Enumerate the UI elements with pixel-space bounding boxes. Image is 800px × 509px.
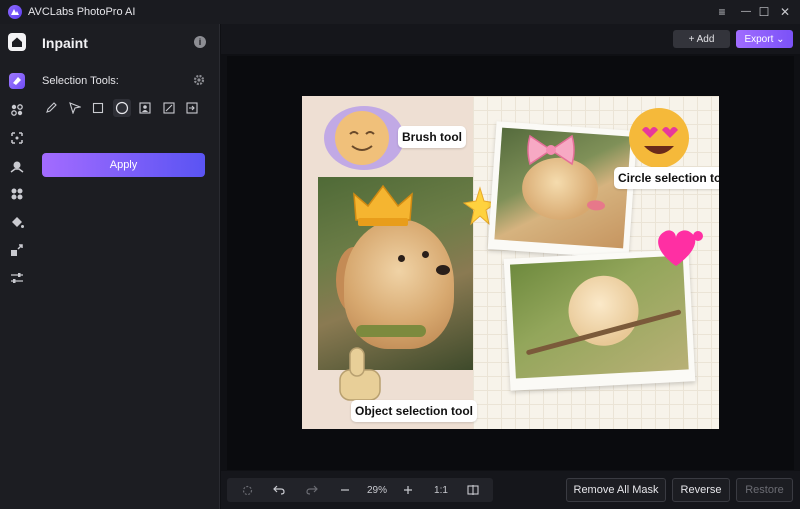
object-tool-callout: Object selection tool [351, 400, 478, 422]
gear-icon[interactable] [193, 74, 205, 86]
maximize-button[interactable]: ☐ [756, 4, 772, 20]
thumbs-up-sticker-icon [339, 347, 381, 401]
resize-icon[interactable] [9, 130, 25, 146]
add-button[interactable]: + Add [673, 30, 730, 48]
zoom-in-icon[interactable] [400, 478, 416, 502]
circle-icon[interactable] [112, 99, 131, 117]
brush-tool-callout: Brush tool [398, 126, 466, 148]
undo-icon[interactable] [271, 478, 287, 502]
loading-icon[interactable] [239, 478, 255, 502]
upscale-icon[interactable] [9, 242, 25, 258]
fill-icon[interactable] [9, 214, 25, 230]
zoom-level: 29% [366, 484, 387, 496]
menu-icon[interactable]: ≡ [714, 4, 730, 20]
restore-button[interactable]: Restore [736, 478, 793, 502]
inpaint-icon[interactable] [9, 73, 25, 89]
heart-eyes-emoji-icon [629, 108, 689, 168]
person-icon[interactable] [136, 99, 154, 117]
colorize-icon[interactable] [9, 186, 25, 202]
minimize-button[interactable]: — [738, 4, 754, 20]
compare-icon[interactable] [465, 478, 481, 502]
reverse-button[interactable]: Reverse [672, 478, 730, 502]
selection-tools [42, 99, 207, 117]
home-icon[interactable] [8, 33, 26, 51]
selection-tools-label: Selection Tools: [42, 75, 119, 87]
app-title: AVCLabs PhotoPro AI [28, 6, 136, 18]
redo-icon[interactable] [304, 478, 320, 502]
remove-all-mask-button[interactable]: Remove All Mask [566, 478, 666, 502]
lasso-icon[interactable] [66, 99, 84, 117]
photo-canvas[interactable]: Brush tool Circle selection tool Object … [302, 96, 719, 429]
crown-sticker-icon [353, 184, 413, 226]
info-icon[interactable]: i [194, 36, 206, 48]
import-icon[interactable] [183, 99, 201, 117]
zoom-out-icon[interactable] [337, 478, 353, 502]
app-logo-icon [8, 5, 22, 19]
smile-emoji-sticker-icon [324, 106, 404, 170]
brush-icon[interactable] [42, 99, 60, 117]
panel-title: Inpaint [42, 35, 88, 51]
face-icon[interactable] [9, 102, 25, 118]
tool-rail [0, 24, 34, 509]
export-label: Export [744, 33, 774, 45]
actual-size-button[interactable]: 1:1 [431, 478, 451, 502]
export-button[interactable]: Export ⌄ [736, 30, 793, 48]
close-button[interactable]: ✕ [777, 4, 793, 20]
chevron-down-icon: ⌄ [776, 33, 785, 45]
rectangle-icon[interactable] [89, 99, 107, 117]
inpaint-panel: Inpaint i Selection Tools: Apply [34, 24, 220, 509]
zoom-toolbar: 29% 1:1 [227, 478, 493, 502]
object-icon[interactable] [160, 99, 178, 117]
title-bar: AVCLabs PhotoPro AI ≡ — ☐ ✕ [0, 0, 800, 24]
bow-sticker-icon [527, 134, 575, 166]
heart-sticker-icon [658, 230, 703, 266]
circle-tool-callout: Circle selection tool [614, 167, 719, 189]
remove-bg-icon[interactable] [9, 158, 25, 174]
adjust-icon[interactable] [9, 270, 25, 286]
apply-button[interactable]: Apply [42, 153, 205, 177]
